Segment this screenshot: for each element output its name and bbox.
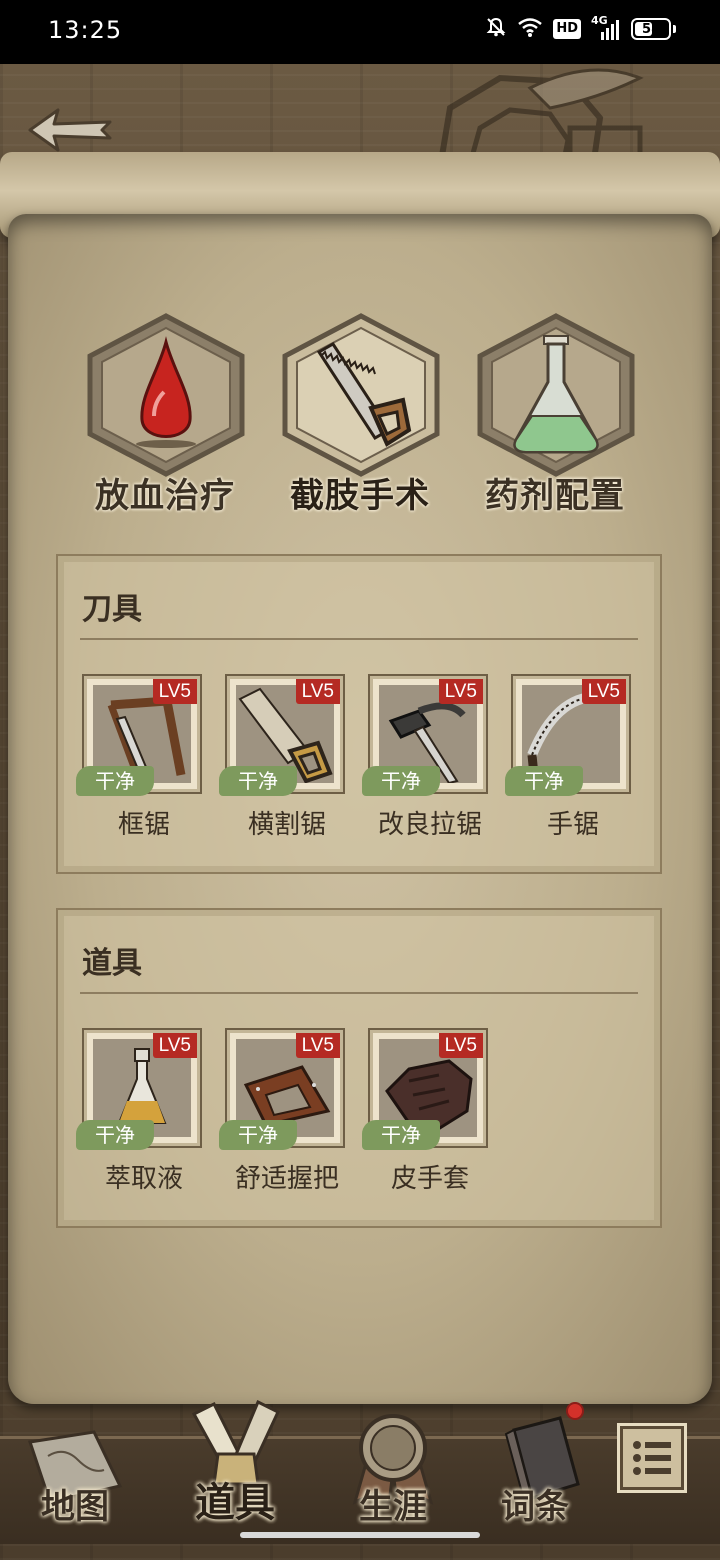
item-name: 框锯 (117, 810, 170, 840)
battery-tip (673, 25, 676, 33)
battery-icon: 58 (631, 18, 671, 40)
item-name: 萃取液 (104, 1164, 183, 1194)
level-badge: LV5 (295, 679, 340, 704)
section-tools: 道具 LV5 干净 萃取液 LV5 干净 舒适握把 LV5 干净 皮手套 (56, 908, 662, 1228)
status-tag: 干净 (76, 1120, 154, 1150)
category-label: 截肢手术 (290, 476, 430, 516)
nav-map[interactable]: 地图 (0, 1404, 150, 1544)
home-indicator[interactable] (240, 1532, 480, 1538)
item-name: 手锯 (546, 810, 599, 840)
status-tag: 干净 (219, 766, 297, 796)
notification-dot (566, 1402, 584, 1420)
section-divider (80, 638, 638, 640)
nav-label: 地图 (41, 1487, 109, 1527)
nav-tools[interactable]: 道具 (160, 1399, 310, 1544)
status-bar: 13:25 HD 4G 58 (0, 0, 720, 64)
section-blades: 刀具 LV5 干净 框锯 LV5 干净 横割锯 LV5 干净 改良拉锯 LV5 … (56, 554, 662, 874)
blood-drop-icon (87, 313, 245, 477)
level-badge: LV5 (152, 1033, 197, 1058)
level-badge: LV5 (295, 1033, 340, 1058)
level-badge: LV5 (438, 1033, 483, 1058)
item-name: 舒适握把 (234, 1164, 339, 1194)
menu-button[interactable] (620, 1426, 684, 1490)
status-tag: 干净 (362, 1120, 440, 1150)
status-tag: 干净 (505, 766, 583, 796)
status-time: 13:25 (48, 16, 123, 44)
nav-career[interactable]: 生涯 (318, 1404, 468, 1544)
status-tag: 干净 (362, 766, 440, 796)
item-name: 改良拉锯 (377, 810, 482, 840)
back-button[interactable] (24, 102, 116, 158)
level-badge: LV5 (581, 679, 626, 704)
saw-icon (282, 313, 440, 477)
arrow-left-icon (28, 108, 112, 152)
bottom-nav: 地图 道具 生涯 词条 (0, 1399, 720, 1544)
item-name: 皮手套 (390, 1164, 469, 1194)
level-badge: LV5 (152, 679, 197, 704)
section-title: 道具 (82, 946, 142, 981)
signal-icon: 4G (591, 14, 621, 42)
nav-entries[interactable]: 词条 (460, 1402, 610, 1544)
status-tag: 干净 (219, 1120, 297, 1150)
menu-icon (633, 1441, 671, 1475)
level-badge: LV5 (438, 679, 483, 704)
section-divider (80, 992, 638, 994)
mute-bell-icon (485, 16, 507, 42)
nav-label: 生涯 (359, 1487, 427, 1527)
nav-label: 道具 (195, 1479, 275, 1526)
category-label: 放血治疗 (95, 476, 235, 516)
category-label: 药剂配置 (485, 476, 625, 516)
status-icons: HD 4G 58 (485, 14, 676, 42)
status-tag: 干净 (76, 766, 154, 796)
section-title: 刀具 (82, 592, 142, 627)
game-screen: 放血治疗 截肢手术 药剂配置 刀具 LV5 干净 框锯 LV5 干净 横割锯 L… (0, 64, 720, 1560)
flask-icon (477, 313, 635, 477)
item-name: 横割锯 (247, 810, 326, 840)
nav-label: 词条 (501, 1487, 569, 1527)
battery-level: 58 (641, 21, 661, 37)
wifi-icon (517, 16, 543, 42)
hd-icon: HD (553, 19, 581, 39)
